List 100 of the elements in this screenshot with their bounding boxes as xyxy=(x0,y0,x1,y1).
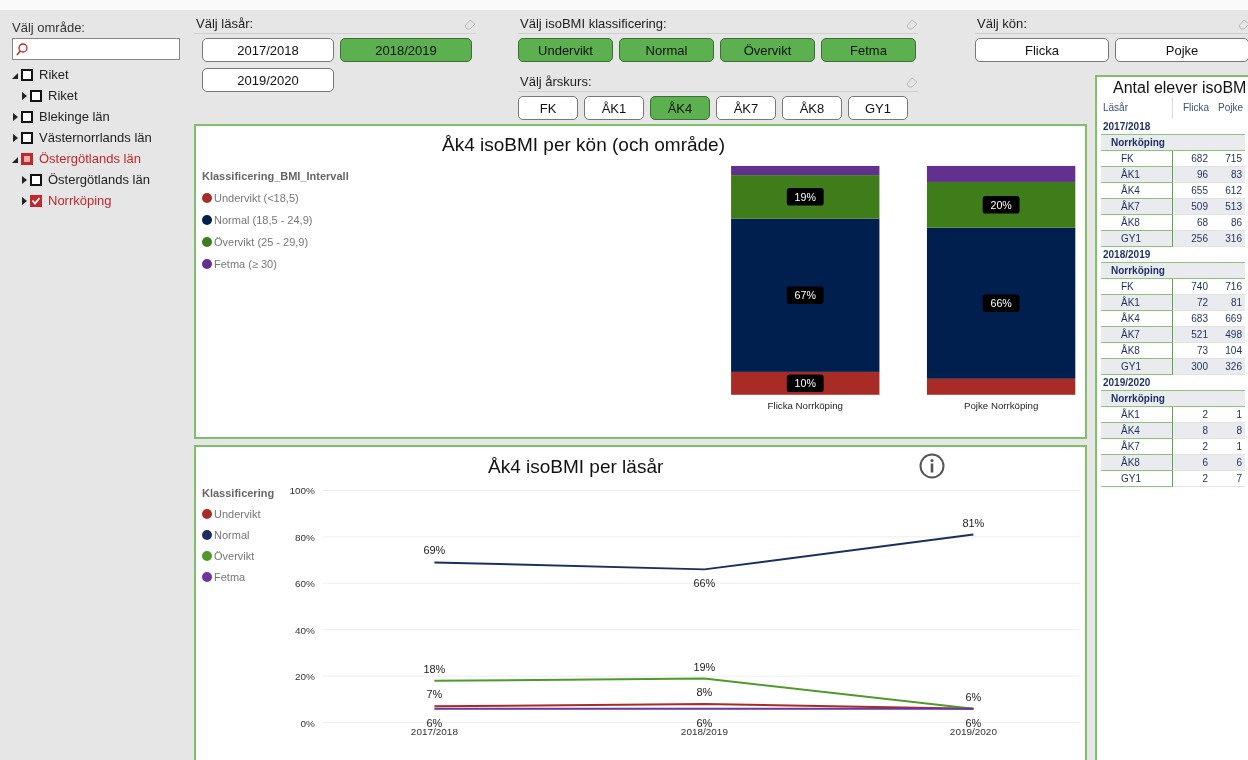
checkbox[interactable] xyxy=(30,89,42,102)
group-row: Norrköping xyxy=(1101,135,1245,151)
table-cell: 7 xyxy=(1211,471,1245,487)
data-label: 67% xyxy=(794,289,817,302)
table-cell: ÅK7 xyxy=(1101,327,1173,343)
search-icon xyxy=(16,42,28,56)
table-cell: ÅK4 xyxy=(1101,183,1173,199)
legend-label: Övervikt xyxy=(214,550,255,562)
data-label: 6% xyxy=(965,690,982,703)
collapsed-arrow-icon[interactable] xyxy=(21,91,27,100)
filter-button[interactable]: ÅK7 xyxy=(716,96,776,120)
tree-item[interactable]: Östergötlands län xyxy=(48,172,150,187)
data-label: 20% xyxy=(990,198,1013,211)
table-cell: 612 xyxy=(1211,183,1245,199)
table-cell: 316 xyxy=(1211,231,1245,247)
info-icon[interactable] xyxy=(919,453,945,479)
filter-button[interactable]: Flicka xyxy=(975,38,1109,62)
tree-item[interactable]: Västernorrlands län xyxy=(39,130,152,145)
table-cell: ÅK4 xyxy=(1101,311,1173,327)
legend-label: Undervikt xyxy=(214,508,261,520)
table-cell: FK xyxy=(1101,279,1173,295)
table-cell: ÅK7 xyxy=(1101,439,1173,455)
collapsed-arrow-icon[interactable] xyxy=(12,112,18,121)
legend-label: Övervikt (25 - 29,9) xyxy=(214,236,309,248)
filter-label: Välj kön: xyxy=(977,16,1027,31)
tree-item[interactable]: Riket xyxy=(39,67,69,82)
collapsed-arrow-icon[interactable] xyxy=(21,175,27,184)
table-cell: ÅK1 xyxy=(1101,295,1173,311)
axis-tick-label: 100% xyxy=(289,485,315,497)
filter-button[interactable]: 2019/2020 xyxy=(202,68,334,92)
data-label: 69% xyxy=(423,544,446,557)
filter-button[interactable]: ÅK1 xyxy=(584,96,644,120)
table-cell: GY1 xyxy=(1101,359,1173,375)
table-cell: 104 xyxy=(1211,343,1245,359)
table-cell: 715 xyxy=(1211,151,1245,167)
filter-label: Välj årskurs: xyxy=(520,74,592,89)
filter-button[interactable]: Fetma xyxy=(821,38,916,62)
table-cell: 2 xyxy=(1173,471,1211,487)
checkbox[interactable] xyxy=(21,152,33,165)
checkbox[interactable] xyxy=(21,131,33,144)
tree-item[interactable]: Östergötlands län xyxy=(39,151,141,166)
table-cell: 8 xyxy=(1211,423,1245,439)
chart-title: Åk4 isoBMI per kön (och område) xyxy=(441,133,726,156)
filter-button[interactable]: ÅK8 xyxy=(782,96,842,120)
filter-button[interactable]: 2017/2018 xyxy=(202,38,334,62)
filter-button[interactable]: FK xyxy=(518,96,578,120)
filter-button[interactable]: GY1 xyxy=(848,96,908,120)
table-cell: ÅK7 xyxy=(1101,199,1173,215)
collapsed-arrow-icon[interactable] xyxy=(21,196,27,205)
table-cell: 81 xyxy=(1211,295,1245,311)
table-cell: 683 xyxy=(1173,311,1211,327)
table-cell: 2 xyxy=(1173,407,1211,423)
table-cell: 68 xyxy=(1173,215,1211,231)
table-cell: 498 xyxy=(1211,327,1245,343)
table-cell: 521 xyxy=(1173,327,1211,343)
table-cell: ÅK4 xyxy=(1101,423,1173,439)
filter-button[interactable]: Normal xyxy=(619,38,714,62)
table-cell: 2 xyxy=(1173,439,1211,455)
data-label: 19% xyxy=(693,660,716,673)
table-cell: 86 xyxy=(1211,215,1245,231)
tree-item[interactable]: Norrköping xyxy=(48,193,112,208)
axis-tick-label: 0% xyxy=(300,717,315,729)
axis-tick-label: 60% xyxy=(294,578,315,590)
table-cell: FK xyxy=(1101,151,1173,167)
axis-tick-label: 80% xyxy=(294,531,315,543)
table-cell: ÅK1 xyxy=(1101,167,1173,183)
table-cell: ÅK1 xyxy=(1101,407,1173,423)
table-cell: GY1 xyxy=(1101,471,1173,487)
filter-button[interactable]: Undervikt xyxy=(518,38,613,62)
legend-title: Klassificering xyxy=(202,487,276,499)
tree-item[interactable]: Blekinge län xyxy=(39,109,110,124)
checkbox[interactable] xyxy=(21,68,33,81)
group-row: Norrköping xyxy=(1101,263,1245,279)
checkbox[interactable] xyxy=(30,194,42,207)
table-cell: 73 xyxy=(1173,343,1211,359)
column-header: Pojke xyxy=(1217,101,1244,115)
search-field[interactable] xyxy=(12,38,180,60)
data-label: 19% xyxy=(794,190,817,203)
table-cell: 1 xyxy=(1211,407,1245,423)
checkbox[interactable] xyxy=(30,173,42,186)
table-cell: ÅK8 xyxy=(1101,343,1173,359)
data-label: 7% xyxy=(426,688,443,701)
table-cell: 72 xyxy=(1173,295,1211,311)
table-cell: 6 xyxy=(1173,455,1211,471)
tree-item[interactable]: Riket xyxy=(48,88,78,103)
filter-button[interactable]: Pojke xyxy=(1115,38,1248,62)
table-cell: 300 xyxy=(1173,359,1211,375)
group-row: 2018/2019 xyxy=(1101,247,1245,263)
filter-button[interactable]: ÅK4 xyxy=(650,96,710,120)
table-cell: 669 xyxy=(1211,311,1245,327)
table-cell: 1 xyxy=(1211,439,1245,455)
table-title: Antal elever isoBM xyxy=(1112,78,1248,97)
checkbox[interactable] xyxy=(21,110,33,123)
value-label: 19% xyxy=(786,188,824,206)
data-label: 66% xyxy=(990,297,1013,310)
group-row: Norrköping xyxy=(1101,391,1245,407)
filter-button[interactable]: 2018/2019 xyxy=(340,38,472,62)
filter-label: Välj läsår: xyxy=(196,16,254,31)
collapsed-arrow-icon[interactable] xyxy=(12,133,18,142)
filter-button[interactable]: Övervikt xyxy=(720,38,815,62)
